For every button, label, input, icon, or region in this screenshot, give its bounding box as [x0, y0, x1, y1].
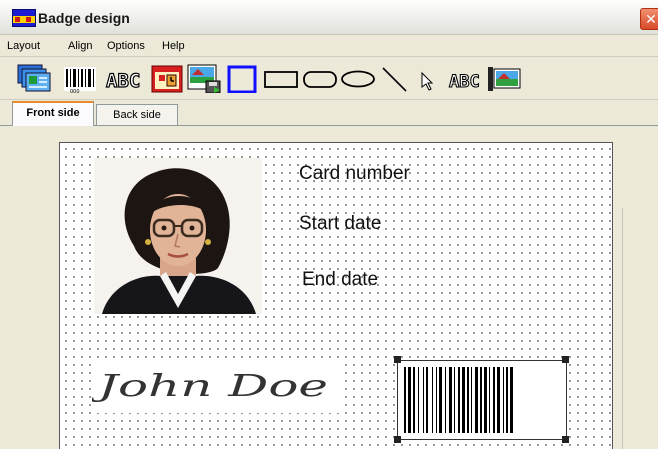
toolbar: 000 ABC ABC	[0, 57, 658, 100]
barcode-bar	[449, 367, 452, 433]
barcode-bar	[436, 367, 437, 433]
barcode-bar	[426, 367, 428, 433]
resize-handle-top-right[interactable]	[562, 356, 569, 363]
pointer-icon[interactable]	[417, 63, 441, 93]
barcode-bar	[462, 367, 465, 433]
barcode-bar	[475, 367, 478, 433]
barcode-bar	[467, 367, 469, 433]
barcode-bar	[418, 367, 419, 433]
text-icon[interactable]: ABC	[104, 63, 148, 93]
image-save-icon[interactable]	[186, 63, 222, 93]
barcode-bar	[423, 367, 424, 433]
ellipse-icon[interactable]	[340, 63, 378, 93]
barcode-bar	[484, 367, 487, 433]
pill-icon[interactable]	[302, 63, 340, 93]
barcode-bar	[503, 367, 504, 433]
end-date-field[interactable]: End date	[302, 269, 378, 291]
barcode-bar	[506, 367, 508, 433]
barcode-bar	[510, 367, 513, 433]
resize-handle-bottom-left[interactable]	[394, 436, 401, 443]
menu-options[interactable]: Options	[107, 40, 145, 52]
resize-handle-bottom-right[interactable]	[562, 436, 569, 443]
barcode-bar	[454, 367, 455, 433]
barcode-icon[interactable]: 000	[62, 63, 98, 93]
rectangle-icon[interactable]	[226, 63, 258, 93]
barcode-bar	[471, 367, 472, 433]
svg-text:ABC: ABC	[449, 72, 480, 92]
barcode-element[interactable]	[397, 360, 567, 440]
close-button[interactable]: ✕	[640, 8, 658, 30]
tab-strip: Front side Back side	[0, 100, 658, 126]
card-number-field[interactable]: Card number	[299, 163, 410, 185]
svg-text:000: 000	[70, 89, 80, 93]
signature-text: John Doe	[92, 369, 328, 404]
start-date-field[interactable]: Start date	[299, 213, 381, 235]
date-icon[interactable]	[150, 63, 184, 93]
panel-divider	[622, 208, 623, 449]
title-bar: Badge design ✕	[0, 0, 658, 35]
barcode-bar	[413, 367, 415, 433]
barcode-bar	[480, 367, 482, 433]
menu-help[interactable]: Help	[162, 40, 185, 52]
portrait-photo[interactable]	[94, 158, 262, 314]
barcode-bar	[489, 367, 490, 433]
barcode-graphic	[404, 367, 513, 433]
barcode-bar	[439, 367, 442, 433]
menu-layout[interactable]: Layout	[7, 40, 40, 52]
menu-bar: Layout Align Options Help	[0, 36, 658, 57]
signature-image[interactable]: John Doe	[88, 358, 340, 413]
barcode-bar	[493, 367, 495, 433]
barcode-bar	[408, 367, 411, 433]
barcode-bar	[458, 367, 460, 433]
menu-align[interactable]: Align	[68, 40, 92, 52]
barcode-bar	[404, 367, 406, 433]
text-field-icon[interactable]: ABC	[447, 63, 487, 93]
barcode-bar	[497, 367, 500, 433]
svg-text:ABC: ABC	[106, 70, 140, 92]
tab-front-side[interactable]: Front side	[12, 101, 94, 126]
cards-icon[interactable]	[16, 63, 54, 93]
rounded-rectangle-icon[interactable]	[263, 63, 301, 93]
window-title: Badge design	[38, 10, 130, 26]
barcode-bar	[445, 367, 446, 433]
barcode-bar	[432, 367, 433, 433]
app-window: Badge design ✕ Layout Align Options Help	[0, 0, 658, 449]
tab-back-side[interactable]: Back side	[96, 104, 178, 126]
app-icon	[12, 9, 36, 27]
line-icon[interactable]	[379, 63, 411, 93]
resize-handle-top-left[interactable]	[394, 356, 401, 363]
image-field-icon[interactable]	[486, 63, 522, 93]
